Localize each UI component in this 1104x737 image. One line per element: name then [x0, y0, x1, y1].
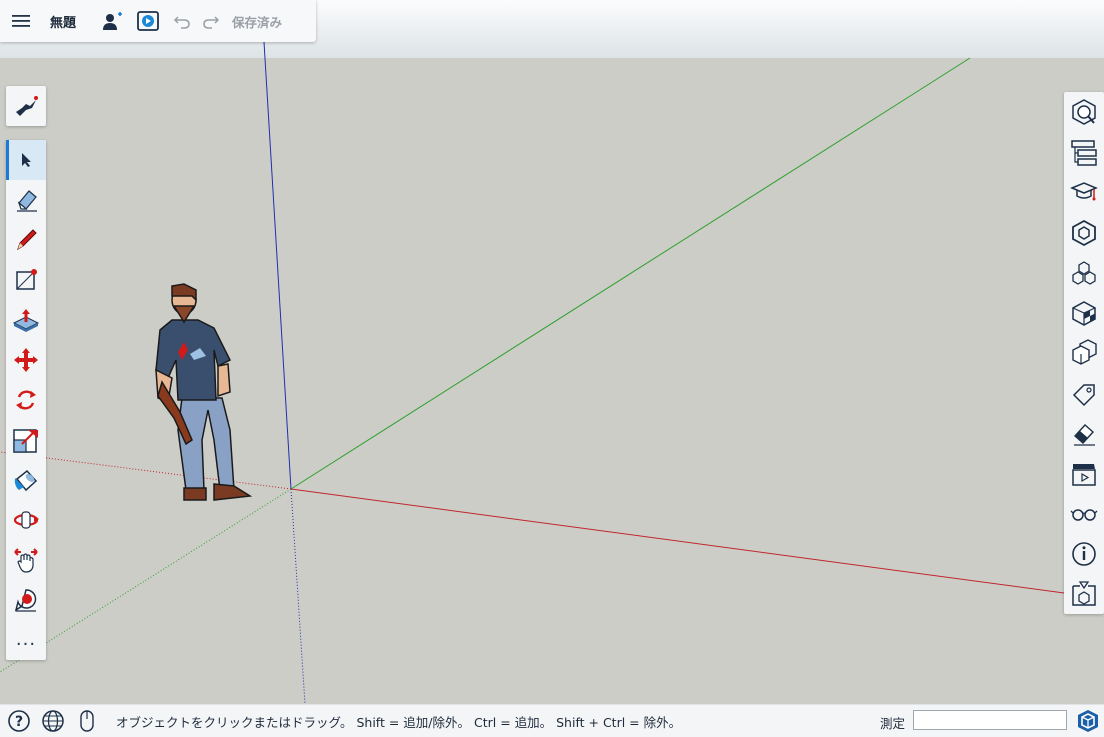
entity-cubes-panel-button[interactable] [1064, 253, 1104, 293]
add-collaborator-icon [103, 12, 123, 30]
tag-icon [1072, 384, 1095, 407]
sketchup-logo [1076, 709, 1100, 737]
components-icon [1072, 219, 1096, 246]
scale-icon [13, 429, 38, 453]
graduation-cap-icon [1070, 182, 1098, 201]
globe-icon [42, 710, 64, 732]
eraser-tool[interactable] [6, 180, 46, 220]
styles-icon [1072, 339, 1097, 366]
play-presentation-icon [137, 11, 159, 31]
blue-axis [263, 41, 292, 490]
left-toolbar: ... [6, 140, 46, 660]
display-panel-button[interactable] [1064, 494, 1104, 534]
geo-location-button[interactable] [36, 705, 70, 737]
rotate-tool[interactable] [6, 380, 46, 420]
status-bar: ? オブジェクトをクリックまたはドラッグ。 Shift = 追加/除外。 Ctr… [0, 704, 1104, 737]
save-status: 保存済み [232, 14, 283, 30]
more-tools-label: ... [15, 629, 37, 650]
blue-axis-negative [290, 488, 306, 705]
hamburger-menu-icon [12, 15, 30, 27]
info-panel-button[interactable] [1064, 534, 1104, 574]
line-tool[interactable] [6, 220, 46, 260]
orbit-icon [13, 511, 39, 529]
rotate-icon [16, 390, 36, 410]
styles-panel-button[interactable] [1064, 333, 1104, 373]
push-pull-tool[interactable] [6, 300, 46, 340]
help-icon: ? [8, 710, 30, 732]
svg-text:?: ? [15, 714, 23, 730]
redo-icon [203, 16, 220, 29]
red-axis [290, 488, 1065, 594]
select-arrow-icon [22, 153, 31, 167]
move-arrows-icon [14, 348, 38, 372]
stacked-cubes-icon [1072, 261, 1096, 285]
share-button[interactable] [94, 0, 130, 42]
move-tool[interactable] [6, 340, 46, 380]
scenes-panel-button[interactable] [1064, 454, 1104, 494]
rectangle-tool[interactable] [6, 260, 46, 300]
eraser-icon [17, 190, 37, 212]
status-hint-text: オブジェクトをクリックまたはドラッグ。 Shift = 追加/除外。 Ctrl … [116, 714, 682, 730]
info-icon [1072, 542, 1096, 566]
present-button[interactable] [130, 0, 166, 42]
measure-label: 測定 [880, 716, 906, 731]
eraser-soften-icon [1074, 423, 1095, 446]
measure-input[interactable] [913, 710, 1067, 730]
sketchup-logo-icon [1078, 710, 1098, 732]
3d-warehouse-panel-button[interactable] [1064, 574, 1104, 614]
search-warehouse-button[interactable] [6, 86, 46, 126]
redo-button[interactable] [198, 0, 224, 42]
right-panel-toolbar [1064, 92, 1104, 614]
push-pull-icon [12, 309, 40, 332]
pan-tool[interactable] [6, 540, 46, 580]
hamburger-menu-button[interactable] [0, 0, 42, 42]
paint-bucket-icon [14, 469, 38, 492]
components-panel-button[interactable] [1064, 213, 1104, 253]
select-tool[interactable] [6, 140, 46, 180]
search-warehouse-icon [16, 96, 38, 116]
scene-canvas [0, 41, 1065, 705]
outliner-icon [1071, 140, 1097, 167]
materials-cube-icon [1072, 301, 1096, 326]
help-button[interactable]: ? [2, 705, 36, 737]
materials-panel-button[interactable] [1064, 293, 1104, 333]
paint-bucket-tool[interactable] [6, 460, 46, 500]
scale-figure [155, 283, 253, 501]
model-info-panel-button[interactable] [1064, 92, 1104, 132]
search-warehouse-panel [6, 86, 46, 126]
more-tools-button[interactable]: ... [6, 620, 46, 660]
rectangle-icon [16, 269, 37, 290]
tags-panel-button[interactable] [1064, 373, 1104, 413]
3d-viewport[interactable] [0, 0, 1104, 736]
green-axis [290, 57, 971, 490]
model-info-icon [1072, 99, 1096, 125]
document-title[interactable]: 無題 [50, 12, 76, 31]
top-toolbar: 無題 保存済み [0, 0, 316, 42]
glasses-icon [1070, 509, 1098, 521]
soften-edges-panel-button[interactable] [1064, 414, 1104, 454]
scale-tool[interactable] [6, 420, 46, 460]
instructor-panel-button[interactable] [1064, 172, 1104, 212]
mouse-hint-button[interactable] [70, 705, 104, 737]
orbit-tool[interactable] [6, 500, 46, 540]
outliner-panel-button[interactable] [1064, 132, 1104, 172]
mouse-icon [80, 710, 94, 732]
tape-measure-tool[interactable] [6, 580, 46, 620]
pencil-icon [17, 229, 37, 251]
clapperboard-icon [1072, 463, 1096, 486]
undo-button[interactable] [166, 0, 198, 42]
tape-measure-icon [14, 589, 37, 612]
undo-icon [173, 16, 190, 29]
pan-hand-icon [14, 548, 38, 573]
warehouse-box-icon [1072, 581, 1096, 607]
